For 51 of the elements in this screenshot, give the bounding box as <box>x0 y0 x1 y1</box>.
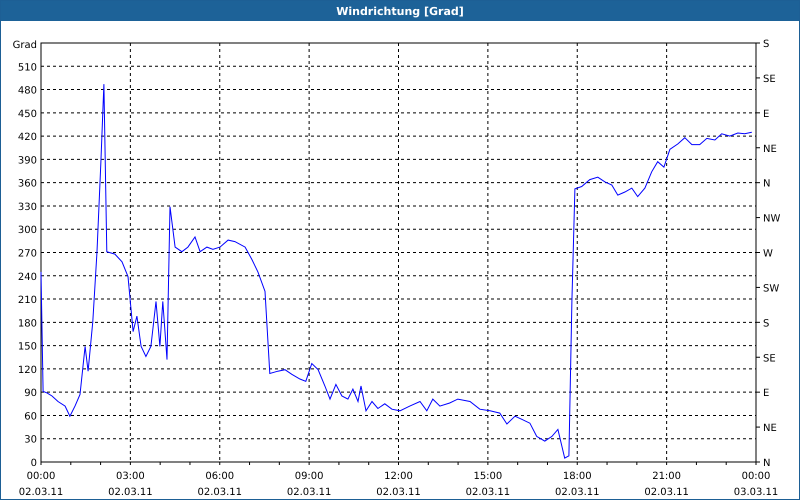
axis-tick-label: 03:00 <box>116 471 145 482</box>
axis-tick-label: 90 <box>24 388 37 400</box>
axis-tick-label: 02.03.11 <box>18 487 64 498</box>
window-title: Windrichtung [Grad] <box>336 4 464 18</box>
axis-tick-label: 12:00 <box>384 471 413 482</box>
axis-tick-label: 21:00 <box>652 471 682 482</box>
axis-tick-label: 450 <box>18 108 37 120</box>
axis-title: Grad <box>12 40 37 51</box>
axis-tick-label: N <box>763 178 770 190</box>
axis-tick-label: 390 <box>18 155 37 166</box>
axis-tick-label: 15:00 <box>473 471 502 482</box>
axis-tick-label: 330 <box>18 202 37 213</box>
axis-tick-label: 03.03.11 <box>734 487 778 498</box>
axis-tick-label: 300 <box>18 225 37 236</box>
axis-tick-label: S <box>763 318 770 330</box>
axis-tick-label: 18:00 <box>562 471 592 482</box>
axis-tick-label: W <box>763 248 773 260</box>
axis-tick-label: 02.03.11 <box>466 487 510 498</box>
axis-tick-label: 420 <box>18 132 37 144</box>
axis-tick-label: 210 <box>18 295 37 306</box>
axis-tick-label: 00:00 <box>742 471 770 482</box>
axis-tick-label: 360 <box>18 178 37 190</box>
axis-tick-label: 0 <box>30 458 37 469</box>
axis-tick-label: 180 <box>18 318 37 330</box>
axis-tick-label: 480 <box>18 86 37 97</box>
axis-tick-label: S <box>763 39 770 50</box>
axis-tick-label: 510 <box>18 62 37 74</box>
axis-tick-label: N <box>763 458 770 469</box>
axis-tick-label: 02.03.11 <box>644 487 689 498</box>
axis-tick-label: 02.03.11 <box>376 487 421 498</box>
axis-tick-label: 09:00 <box>294 471 324 482</box>
axis-tick-label: SE <box>763 74 776 85</box>
axis-tick-label: NE <box>763 423 777 434</box>
axis-tick-label: 150 <box>18 342 37 353</box>
axis-tick-label: 02.03.11 <box>108 487 153 498</box>
axis-tick-label: 02.03.11 <box>197 487 242 498</box>
axis-tick-label: SE <box>763 353 776 364</box>
axis-tick-label: E <box>763 388 770 400</box>
axis-tick-label: 00:00 <box>26 471 56 482</box>
axis-tick-label: 270 <box>18 248 37 260</box>
axis-tick-label: 30 <box>24 434 37 446</box>
axis-tick-label: 240 <box>18 272 37 283</box>
axis-tick-label: 02.03.11 <box>554 487 600 498</box>
axis-tick-label: SW <box>763 283 780 294</box>
axis-tick-label: NW <box>763 214 780 225</box>
axis-tick-label: 02.03.11 <box>286 487 332 498</box>
axis-tick-label: 60 <box>24 411 37 422</box>
axis-tick-label: NE <box>763 144 777 155</box>
axis-tick-label: 120 <box>18 364 37 376</box>
axis-tick-label: E <box>763 108 770 120</box>
axis-tick-label: 06:00 <box>205 471 234 482</box>
